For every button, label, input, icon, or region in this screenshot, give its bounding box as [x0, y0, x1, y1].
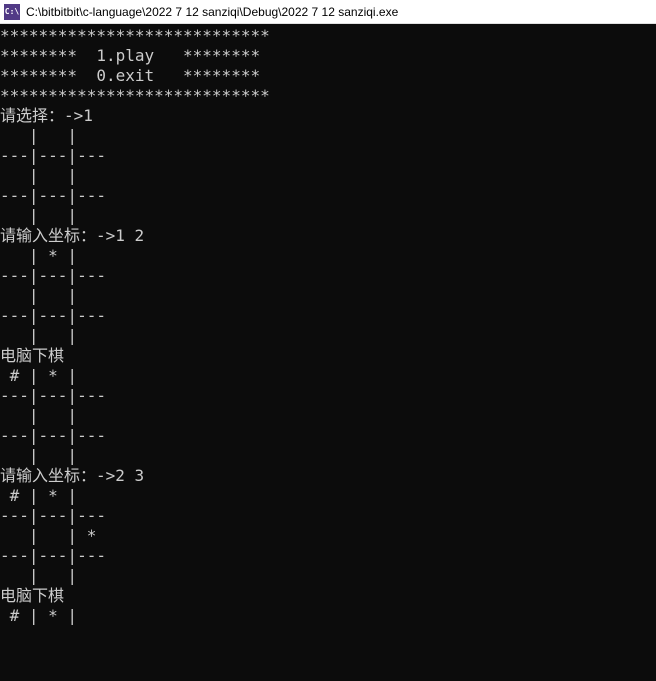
console-line: ---|---|---: [0, 546, 656, 566]
console-line: | |: [0, 406, 656, 426]
console-output[interactable]: ************************************ 1.p…: [0, 24, 656, 681]
console-line: ****************************: [0, 86, 656, 106]
console-line: # | * |: [0, 606, 656, 626]
console-line: # | * |: [0, 486, 656, 506]
console-line: ---|---|---: [0, 506, 656, 526]
app-icon: C:\: [4, 4, 20, 20]
console-line: | |: [0, 166, 656, 186]
console-line: | |: [0, 446, 656, 466]
console-line: ---|---|---: [0, 266, 656, 286]
console-line: | | *: [0, 526, 656, 546]
console-line: 请输入坐标：->2 3: [0, 466, 656, 486]
console-line: 请输入坐标：->1 2: [0, 226, 656, 246]
console-line: | |: [0, 326, 656, 346]
console-line: | |: [0, 286, 656, 306]
console-line: ---|---|---: [0, 306, 656, 326]
console-line: 请选择：->1: [0, 106, 656, 126]
console-line: ---|---|---: [0, 426, 656, 446]
console-line: | |: [0, 206, 656, 226]
console-line: | * |: [0, 246, 656, 266]
console-line: ****************************: [0, 26, 656, 46]
console-line: 电脑下棋: [0, 346, 656, 366]
console-line: ---|---|---: [0, 386, 656, 406]
console-line: 电脑下棋: [0, 586, 656, 606]
console-line: | |: [0, 566, 656, 586]
console-line: # | * |: [0, 366, 656, 386]
console-line: | |: [0, 126, 656, 146]
console-line: ---|---|---: [0, 146, 656, 166]
console-window: C:\ C:\bitbitbit\c-language\2022 7 12 sa…: [0, 0, 656, 681]
window-title: C:\bitbitbit\c-language\2022 7 12 sanziq…: [26, 5, 398, 19]
console-line: ******** 0.exit ********: [0, 66, 656, 86]
title-bar[interactable]: C:\ C:\bitbitbit\c-language\2022 7 12 sa…: [0, 0, 656, 24]
console-line: ---|---|---: [0, 186, 656, 206]
console-line: ******** 1.play ********: [0, 46, 656, 66]
